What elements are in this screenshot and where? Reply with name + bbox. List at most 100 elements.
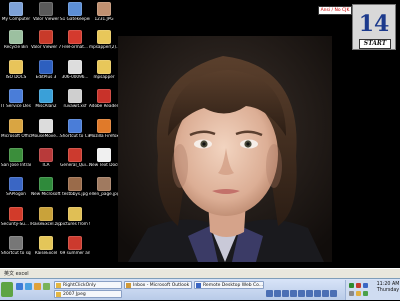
desktop-icon[interactable]: MouseMove... Dist <box>31 118 61 150</box>
desktop-icon[interactable]: General_Qui... <box>60 147 90 179</box>
taskbar: RightClickOnly 2007 Jpeg Inbox - Microsoft… <box>0 278 400 300</box>
desktop-icon[interactable]: Recycle Bin <box>1 29 31 61</box>
viewer-icon <box>39 2 53 16</box>
desktop-icon-label: S1 Gatekeeper ... <box>60 17 90 21</box>
folder-icon <box>39 236 53 250</box>
desktop-icon-label: Microsoft Office Out... <box>1 134 31 138</box>
taskbar-button-label: Remote Desktop Web Co... <box>203 283 264 288</box>
clock[interactable]: 11:20 AM Thursday <box>376 282 400 293</box>
desktop-icon[interactable]: ISO DOCS <box>1 59 31 91</box>
sync-icon[interactable] <box>363 291 368 296</box>
desktop-icon[interactable]: Mozilla Firefox <box>89 118 119 150</box>
desktop-icon[interactable]: San Jose Intranet <box>1 147 31 179</box>
desktop-icon-label: RaiseExcel <box>34 251 58 255</box>
desktop-icon[interactable]: testbbys.jpg <box>60 176 90 208</box>
taskbar-button[interactable]: Inbox - Microsoft Outlook <box>124 281 192 289</box>
folder-icon <box>9 60 23 74</box>
desktop-icon-label: FileFormat... <box>62 45 88 49</box>
desktop-icon[interactable]: ICA <box>31 147 61 179</box>
desktop-icon[interactable]: mpsapper(2)... <box>89 29 119 61</box>
media-control-icon[interactable] <box>282 290 289 297</box>
calendar-widget[interactable]: 14 START <box>352 4 396 50</box>
desktop-icon[interactable]: 69 summer and Fall.pdf <box>60 235 90 267</box>
desktop-icon[interactable]: ruvawit.xsf <box>60 88 90 120</box>
desktop-icon[interactable]: ellen_page.jpg <box>89 176 119 208</box>
media-control-icon[interactable] <box>330 290 337 297</box>
desktop-icon[interactable]: Valor Viewer 7.0 <box>31 29 61 61</box>
taskbar-button[interactable]: Remote Desktop Web Co... <box>194 281 264 289</box>
security-icon[interactable] <box>356 283 361 288</box>
desktop-icon[interactable]: Shortcut to sqlM <box>1 235 31 267</box>
calendar-start-button[interactable]: START <box>359 39 391 49</box>
editor-icon <box>39 60 53 74</box>
desktop-icon-label: New Text Document.txt <box>89 163 119 167</box>
internet-explorer-icon[interactable] <box>25 283 32 290</box>
desktop-icon-label: General_Qui... <box>60 163 90 167</box>
desktop-icon[interactable]: mpsapper <box>89 59 119 91</box>
desktop-icon[interactable]: Microsoft Office Out... <box>1 118 31 150</box>
desktop-icon[interactable]: 306-00096... <box>60 59 90 91</box>
media-control-icon[interactable] <box>274 290 281 297</box>
shortcut-icon <box>68 119 82 133</box>
viewer-icon <box>39 30 53 44</box>
folder-icon <box>56 292 61 297</box>
show-desktop-icon[interactable] <box>16 283 23 290</box>
desktop-icon[interactable]: Adobe Reader 7.0 <box>89 88 119 120</box>
desktop-icon[interactable]: pictures from timothy <box>60 206 90 238</box>
desktop-icon-label: Shortcut to sqlM <box>1 251 31 255</box>
photo-viewer-image <box>118 36 332 262</box>
outlook-icon <box>9 119 23 133</box>
outlook-icon <box>126 283 131 288</box>
media-control-icon[interactable] <box>266 290 273 297</box>
desktop-icon-label: ICA <box>42 163 50 167</box>
desktop-icon[interactable]: SAPlogon <box>1 176 31 208</box>
desktop-icon-label: ISO DOCS <box>5 75 27 79</box>
taskbar-button-label: RightClickOnly <box>63 283 96 288</box>
desktop-icon[interactable]: New Text Document.txt <box>89 147 119 179</box>
desktop-icon[interactable]: New Microsoft Excel Work... <box>31 176 61 208</box>
folder-icon <box>39 89 53 103</box>
clock-time: 11:20 AM <box>376 282 400 287</box>
desktop-icon-label: Adobe Reader 7.0 <box>89 104 119 108</box>
document-icon <box>68 60 82 74</box>
desktop-icon-label: EditPlus 3 <box>35 75 57 79</box>
desktop-icon[interactable]: FileFormat... <box>60 29 90 61</box>
network-icon[interactable] <box>349 283 354 288</box>
media-control-icon[interactable] <box>322 290 329 297</box>
media-control-icon[interactable] <box>306 290 313 297</box>
file-icon <box>68 30 82 44</box>
update-icon[interactable] <box>356 291 361 296</box>
pdf-icon <box>68 236 82 250</box>
desktop-icon[interactable]: RaiseExcel.zip <box>31 206 61 238</box>
taskbar-button[interactable]: 2007 Jpeg <box>54 290 122 298</box>
taskbar-button-label: Inbox - Microsoft Outlook <box>133 283 190 288</box>
app-quick-launch-icon[interactable] <box>43 283 50 290</box>
recycle-bin-icon <box>9 30 23 44</box>
media-controls[interactable] <box>266 282 342 297</box>
printer-icon[interactable] <box>349 291 354 296</box>
excel-icon <box>39 177 53 191</box>
volume-icon[interactable] <box>363 283 368 288</box>
media-control-icon[interactable] <box>290 290 297 297</box>
computer-icon <box>9 2 23 16</box>
desktop: My Computer Recycle Bin ISO DOCS IT Service… <box>0 0 400 268</box>
desktop-icon[interactable]: Security-Su... Reporting.la... <box>1 206 31 238</box>
start-button[interactable] <box>1 282 13 297</box>
media-control-icon[interactable] <box>298 290 305 297</box>
calendar-day-number: 14 <box>358 11 390 37</box>
desktop-icon-label: ellen_page.jpg <box>89 192 119 196</box>
desktop-icon[interactable]: MiscAlan2 <box>31 88 61 120</box>
desktop-icon-label: mpsapper <box>93 75 115 79</box>
desktop-icon-label: MouseMove... Dist <box>31 134 61 138</box>
desktop-icon[interactable]: IT Service Desk <box>1 88 31 120</box>
desktop-icon-label: mpsapper(2)... <box>89 45 119 49</box>
media-control-icon[interactable] <box>314 290 321 297</box>
desktop-icon[interactable]: Shortcut to CiscoVn-Wirel... <box>60 118 90 150</box>
desktop-icon[interactable]: EditPlus 3 <box>31 59 61 91</box>
taskbar-button[interactable]: RightClickOnly <box>54 281 122 289</box>
desktop-icon[interactable]: RaiseExcel <box>31 235 61 267</box>
language-bar[interactable]: 英文 excel <box>0 268 400 278</box>
desktop-icon-label: Mozilla Firefox <box>89 134 119 138</box>
ime-toolbar[interactable]: Ansi / No CJK <box>318 6 352 15</box>
outlook-quick-launch-icon[interactable] <box>34 283 41 290</box>
